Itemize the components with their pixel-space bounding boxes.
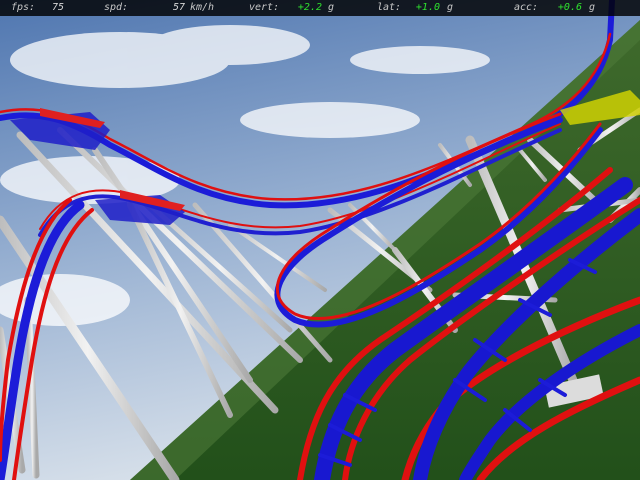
coaster-scene — [0, 0, 640, 480]
fps-value: 75 — [51, 2, 64, 13]
acceleration-g-label: acc: — [514, 2, 539, 13]
fps-label: fps: — [11, 2, 36, 13]
vertical-g-label: vert: — [249, 2, 280, 13]
speed-label: spd: — [104, 2, 129, 13]
lateral-g-label: lat: — [377, 2, 402, 13]
speed-value: 57 — [172, 2, 185, 13]
vertical-g-value: +2.2 — [297, 2, 322, 13]
speed-unit: km/h — [190, 2, 215, 13]
acceleration-g-unit: g — [589, 2, 596, 13]
lateral-g-value: +1.0 — [415, 2, 440, 13]
lateral-g-unit: g — [447, 2, 454, 13]
telemetry-hud: fps: 75 spd: 57 km/h vert: +2.2 g lat: +… — [0, 0, 640, 16]
acceleration-g-value: +0.6 — [557, 2, 582, 13]
vertical-g-unit: g — [328, 2, 335, 13]
